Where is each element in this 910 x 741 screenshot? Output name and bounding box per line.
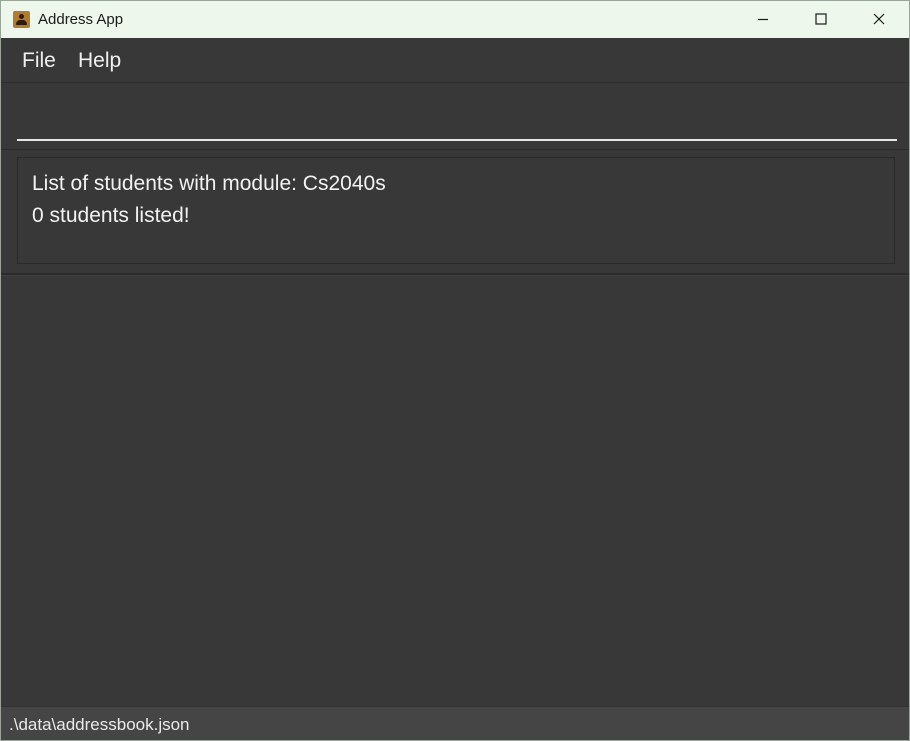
result-message-line: List of students with module: Cs2040s xyxy=(32,172,386,195)
maximize-icon xyxy=(815,13,827,25)
minimize-icon xyxy=(758,18,768,21)
result-display[interactable]: List of students with module: Cs2040s 0 … xyxy=(17,157,895,264)
command-input[interactable] xyxy=(17,97,897,141)
title-bar[interactable]: Address App xyxy=(1,1,909,38)
minimize-button[interactable] xyxy=(734,1,792,38)
menu-help[interactable]: Help xyxy=(78,49,121,73)
person-head-shape xyxy=(19,14,24,19)
close-icon xyxy=(873,13,885,25)
person-body-shape xyxy=(16,20,27,25)
window-title: Address App xyxy=(38,11,124,28)
menu-bar: File Help xyxy=(1,38,909,83)
address-book-icon xyxy=(13,11,30,28)
result-display-panel: List of students with module: Cs2040s 0 … xyxy=(1,150,909,275)
student-list-panel[interactable] xyxy=(1,275,909,706)
result-count-line: 0 students listed! xyxy=(32,204,190,227)
menu-file[interactable]: File xyxy=(22,49,56,73)
command-box-panel xyxy=(1,83,909,150)
status-bar: .\data\addressbook.json xyxy=(1,706,909,740)
close-button[interactable] xyxy=(850,1,908,38)
app-window: Address App File Help List of students w… xyxy=(0,0,910,741)
maximize-button[interactable] xyxy=(792,1,850,38)
save-location-label: .\data\addressbook.json xyxy=(9,715,190,734)
